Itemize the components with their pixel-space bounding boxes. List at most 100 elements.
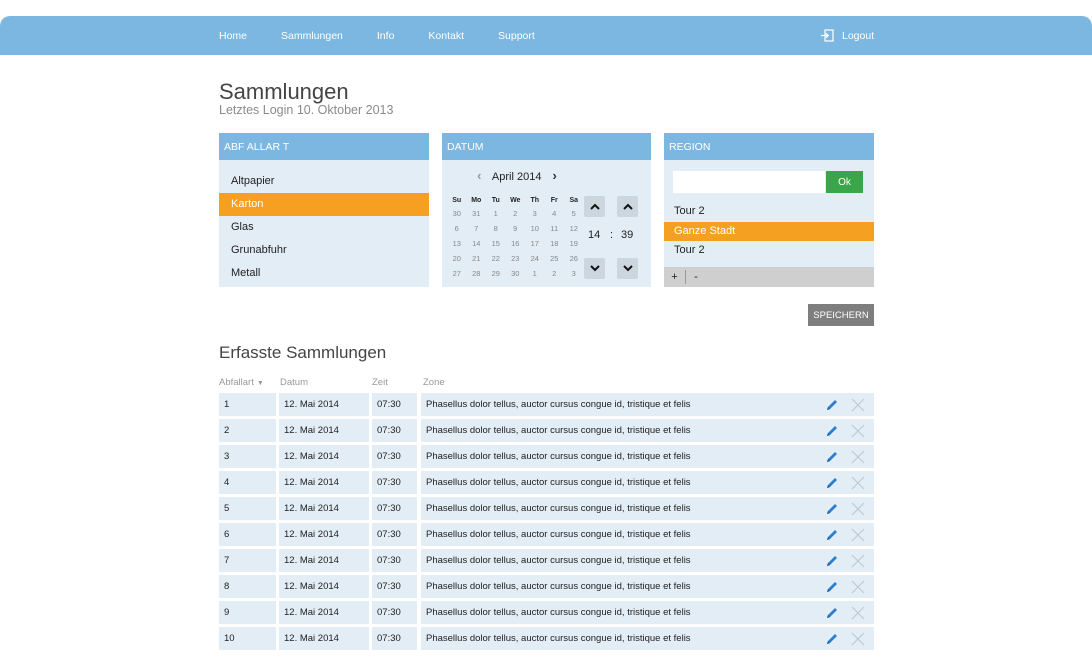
delete-icon[interactable] <box>851 606 865 620</box>
minute-up-button[interactable] <box>617 196 638 217</box>
nav-home[interactable]: Home <box>219 30 247 42</box>
add-region-button[interactable]: + <box>664 270 686 284</box>
cell-abfallart: 7 <box>219 549 276 572</box>
calendar-day[interactable]: 30 <box>447 206 467 221</box>
cell-zone: Phasellus dolor tellus, auctor cursus co… <box>421 497 874 520</box>
calendar-day[interactable]: 3 <box>525 206 545 221</box>
edit-icon[interactable] <box>825 502 839 516</box>
calendar-day[interactable]: 30 <box>506 266 526 281</box>
calendar-day[interactable]: 18 <box>545 236 565 251</box>
hour-up-button[interactable] <box>584 196 605 217</box>
hour-value[interactable]: 14 <box>588 229 600 241</box>
delete-icon[interactable] <box>851 528 865 542</box>
calendar-day[interactable]: 19 <box>564 236 584 251</box>
edit-icon[interactable] <box>825 632 839 646</box>
nav-info[interactable]: Info <box>377 30 395 42</box>
delete-icon[interactable] <box>851 502 865 516</box>
region-list: Tour 2 Ganze Stadt Tour 2 <box>664 202 874 261</box>
calendar-day[interactable]: 14 <box>467 236 487 251</box>
calendar-day[interactable]: 17 <box>525 236 545 251</box>
calendar-day[interactable]: 15 <box>486 236 506 251</box>
calendar-day[interactable]: 22 <box>486 251 506 266</box>
column-header-abfallart[interactable]: Abfallart ▼ <box>219 377 264 388</box>
table-row: 10 12. Mai 2014 07:30 Phasellus dolor tellu… <box>219 627 874 650</box>
calendar-day[interactable]: 7 <box>467 221 487 236</box>
calendar-day[interactable]: 9 <box>506 221 526 236</box>
calendar-day[interactable]: 20 <box>447 251 467 266</box>
minute-down-button[interactable] <box>617 258 638 279</box>
cell-abfallart: 5 <box>219 497 276 520</box>
delete-icon[interactable] <box>851 476 865 490</box>
time-separator: : <box>610 229 614 241</box>
calendar-day[interactable]: 2 <box>545 266 565 281</box>
column-header-zone[interactable]: Zone <box>423 377 445 388</box>
edit-icon[interactable] <box>825 606 839 620</box>
delete-icon[interactable] <box>851 554 865 568</box>
region-search-input[interactable] <box>673 171 825 193</box>
calendar-day[interactable]: 25 <box>545 251 565 266</box>
abfallart-item[interactable]: Altpapier <box>219 170 429 193</box>
region-item-selected[interactable]: Ganze Stadt <box>664 221 874 241</box>
edit-icon[interactable] <box>825 476 839 490</box>
edit-icon[interactable] <box>825 398 839 412</box>
calendar-day[interactable]: 3 <box>564 266 584 281</box>
delete-icon[interactable] <box>851 398 865 412</box>
abfallart-item[interactable]: Grunabfuhr <box>219 239 429 262</box>
calendar-day[interactable]: 2 <box>506 206 526 221</box>
calendar-day[interactable]: 1 <box>486 206 506 221</box>
calendar-day[interactable]: 1 <box>525 266 545 281</box>
calendar-day[interactable]: 8 <box>486 221 506 236</box>
delete-icon[interactable] <box>851 424 865 438</box>
abfallart-item[interactable]: Metall <box>219 262 429 285</box>
calendar-day[interactable]: 11 <box>545 221 565 236</box>
calendar-day[interactable]: 10 <box>525 221 545 236</box>
delete-icon[interactable] <box>851 450 865 464</box>
chevron-right-icon[interactable]: › <box>553 168 557 183</box>
logout-icon <box>821 29 834 42</box>
nav-support[interactable]: Support <box>498 30 535 42</box>
calendar-day[interactable]: 24 <box>525 251 545 266</box>
edit-icon[interactable] <box>825 580 839 594</box>
calendar-day[interactable]: 13 <box>447 236 467 251</box>
calendar-day[interactable]: 26 <box>564 251 584 266</box>
edit-icon[interactable] <box>825 554 839 568</box>
minute-value[interactable]: 39 <box>621 229 633 241</box>
region-item[interactable]: Tour 2 <box>664 202 874 222</box>
calendar-day[interactable]: 29 <box>486 266 506 281</box>
column-header-label: Abfallart <box>219 377 254 388</box>
calendar-day[interactable]: 28 <box>467 266 487 281</box>
edit-icon[interactable] <box>825 528 839 542</box>
calendar-day[interactable]: 16 <box>506 236 526 251</box>
calendar-day[interactable]: 23 <box>506 251 526 266</box>
remove-region-button[interactable]: - <box>686 271 706 283</box>
column-header-datum[interactable]: Datum <box>280 377 308 388</box>
chevron-left-icon[interactable]: ‹ <box>477 168 481 183</box>
nav-sammlungen[interactable]: Sammlungen <box>281 30 343 42</box>
ok-button[interactable]: Ok <box>826 171 863 193</box>
logout-button[interactable]: Logout <box>821 16 874 55</box>
edit-icon[interactable] <box>825 424 839 438</box>
calendar-day[interactable]: 5 <box>564 206 584 221</box>
abfallart-item-selected[interactable]: Karton <box>219 193 429 216</box>
calendar-day[interactable]: 4 <box>545 206 565 221</box>
cell-datum: 12. Mai 2014 <box>279 601 369 624</box>
delete-icon[interactable] <box>851 632 865 646</box>
hour-down-button[interactable] <box>584 258 605 279</box>
section-title: Erfasste Sammlungen <box>219 343 387 362</box>
cell-datum: 12. Mai 2014 <box>279 393 369 416</box>
region-item[interactable]: Tour 2 <box>664 241 874 261</box>
calendar-day[interactable]: 6 <box>447 221 467 236</box>
edit-icon[interactable] <box>825 450 839 464</box>
calendar-day[interactable]: 12 <box>564 221 584 236</box>
nav-kontakt[interactable]: Kontakt <box>428 30 464 42</box>
column-header-zeit[interactable]: Zeit <box>372 377 388 388</box>
calendar-day[interactable]: 21 <box>467 251 487 266</box>
calendar-day[interactable]: 31 <box>467 206 487 221</box>
cell-zeit: 07:30 <box>372 627 417 650</box>
abfallart-item[interactable]: Glas <box>219 216 429 239</box>
table-row: 1 12. Mai 2014 07:30 Phasellus dolor tellus… <box>219 393 874 416</box>
delete-icon[interactable] <box>851 580 865 594</box>
calendar-day[interactable]: 27 <box>447 266 467 281</box>
last-login-info: Letztes Login 10. Oktober 2013 <box>219 103 394 117</box>
save-button[interactable]: SPEICHERN <box>808 304 874 326</box>
